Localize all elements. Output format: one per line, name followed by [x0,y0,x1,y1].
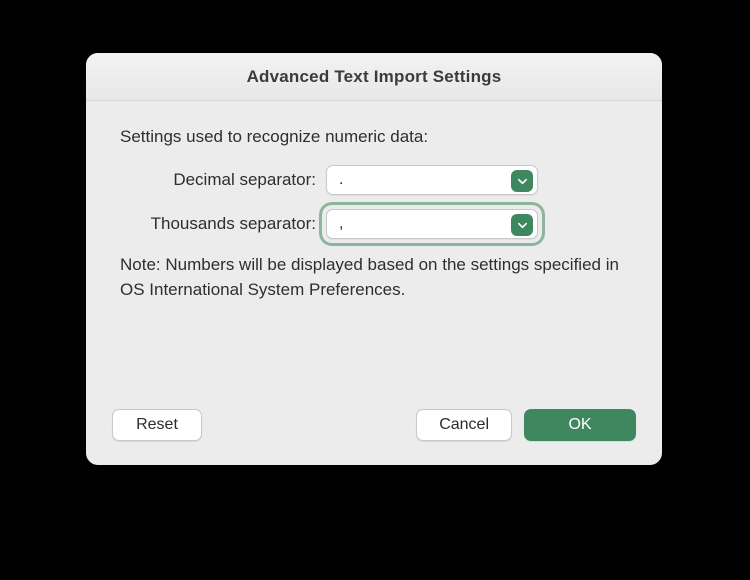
thousands-separator-value: , [339,215,343,233]
note-text: Note: Numbers will be displayed based on… [120,253,628,302]
chevron-down-icon [511,170,533,192]
thousands-separator-row: Thousands separator: , [120,209,628,239]
dialog-titlebar: Advanced Text Import Settings [86,53,662,101]
advanced-text-import-dialog: Advanced Text Import Settings Settings u… [86,53,662,465]
decimal-separator-value: . [339,171,343,189]
dialog-body: Settings used to recognize numeric data:… [86,101,662,409]
intro-text: Settings used to recognize numeric data: [120,127,628,147]
cancel-button[interactable]: Cancel [416,409,512,441]
decimal-separator-row: Decimal separator: . [120,165,628,195]
thousands-separator-label: Thousands separator: [120,214,326,234]
decimal-separator-select[interactable]: . [326,165,538,195]
decimal-separator-select-wrap: . [326,165,538,195]
thousands-separator-select-wrap: , [326,209,538,239]
dialog-footer: Reset Cancel OK [86,409,662,465]
reset-button[interactable]: Reset [112,409,202,441]
chevron-down-icon [511,214,533,236]
decimal-separator-label: Decimal separator: [120,170,326,190]
dialog-title: Advanced Text Import Settings [247,67,502,87]
ok-button[interactable]: OK [524,409,636,441]
thousands-separator-select[interactable]: , [326,209,538,239]
